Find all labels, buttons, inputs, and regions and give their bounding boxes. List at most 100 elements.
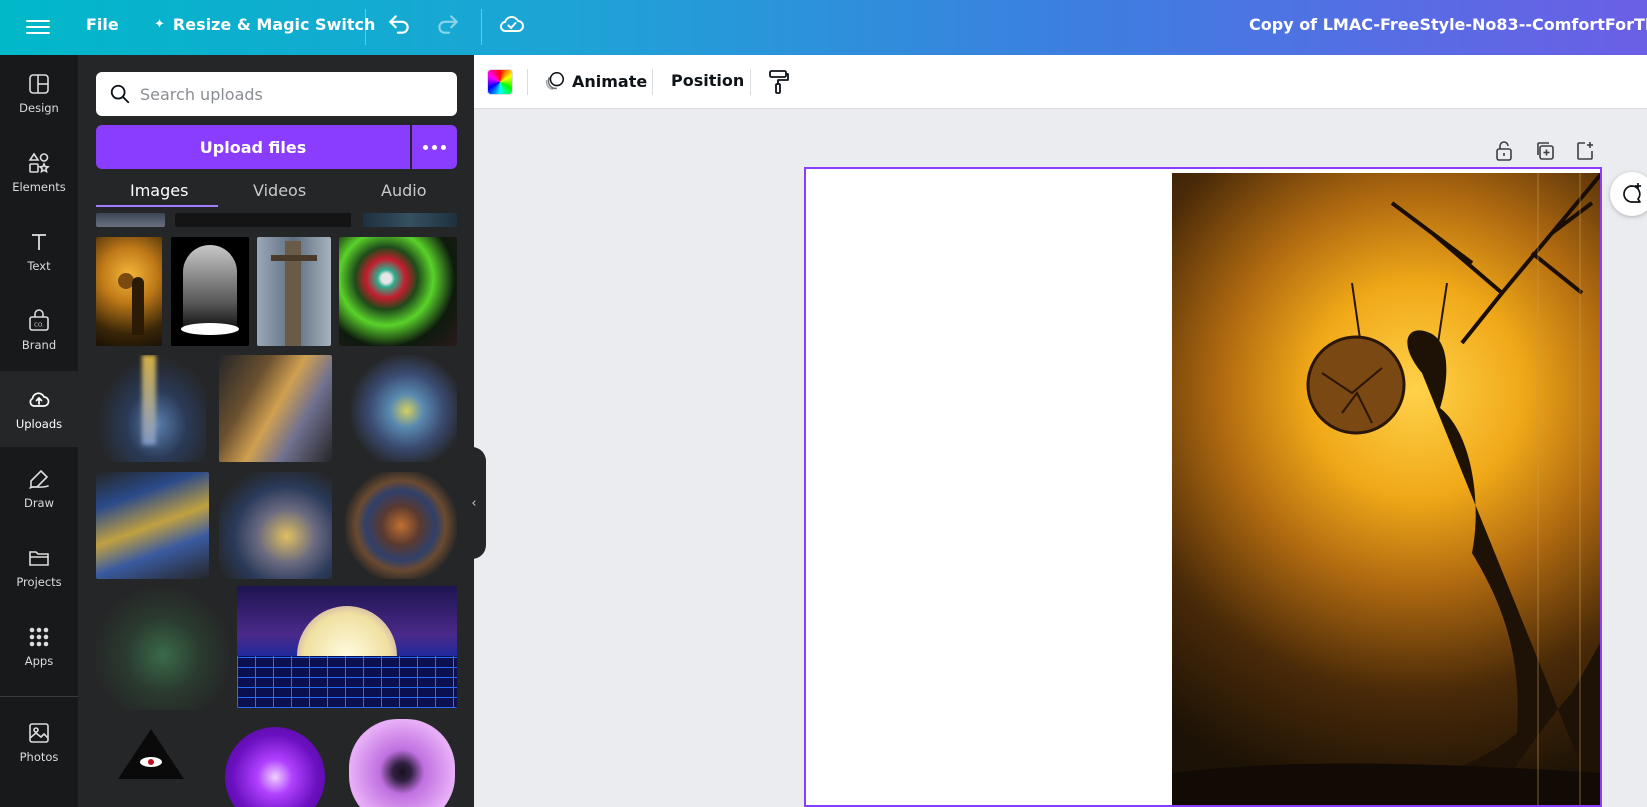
thumbnail-detail bbox=[271, 255, 317, 261]
thumbnail-detail bbox=[142, 355, 156, 445]
artwork-image[interactable] bbox=[1172, 172, 1600, 805]
upload-files-button[interactable]: Upload files bbox=[96, 125, 410, 169]
animate-label: Animate bbox=[572, 71, 648, 91]
upload-thumbnail[interactable] bbox=[96, 472, 209, 579]
upload-thumbnail[interactable] bbox=[257, 237, 331, 346]
upload-thumbnail[interactable] bbox=[96, 213, 165, 227]
search-box[interactable] bbox=[96, 72, 457, 116]
upload-thumbnail[interactable] bbox=[345, 355, 457, 462]
animate-button[interactable]: Animate bbox=[544, 70, 647, 92]
nav-projects-label: Projects bbox=[16, 575, 62, 589]
nav-photos-label: Photos bbox=[19, 750, 59, 764]
apps-grid-icon bbox=[29, 627, 49, 647]
svg-text:CO.: CO. bbox=[34, 323, 44, 329]
divider bbox=[750, 69, 751, 95]
photos-icon bbox=[29, 723, 49, 743]
divider bbox=[0, 696, 78, 697]
nav-apps[interactable]: Apps bbox=[0, 608, 78, 684]
position-button[interactable]: Position bbox=[671, 71, 744, 90]
upload-thumbnail[interactable] bbox=[219, 472, 332, 579]
sparkle-icon: ✦ bbox=[154, 17, 165, 32]
upload-thumbnail[interactable] bbox=[219, 721, 332, 807]
file-menu-button[interactable]: File bbox=[86, 15, 119, 34]
divider bbox=[652, 69, 653, 95]
tab-images[interactable]: Images bbox=[130, 181, 188, 200]
lock-page-icon[interactable] bbox=[1494, 140, 1514, 162]
nav-draw[interactable]: Draw bbox=[0, 450, 78, 526]
upload-thumbnail[interactable] bbox=[96, 237, 162, 346]
upload-thumbnail[interactable] bbox=[96, 721, 208, 807]
upload-thumbnail[interactable] bbox=[171, 237, 249, 346]
upload-thumbnail[interactable] bbox=[363, 213, 457, 227]
artwork-silhouette bbox=[1172, 172, 1600, 805]
nav-text-label: Text bbox=[27, 259, 51, 273]
color-picker-swatch[interactable] bbox=[487, 69, 513, 95]
nav-projects[interactable]: Projects bbox=[0, 529, 78, 605]
nav-uploads-label: Uploads bbox=[15, 417, 63, 431]
draw-icon bbox=[29, 469, 49, 489]
uploads-panel: Upload files Images Videos Audio bbox=[78, 55, 474, 807]
upload-thumbnail[interactable] bbox=[345, 719, 457, 807]
cloud-saved-icon[interactable] bbox=[498, 10, 526, 38]
upload-thumbnail[interactable] bbox=[219, 355, 332, 462]
duplicate-page-icon[interactable] bbox=[1535, 140, 1555, 162]
comment-plus-icon bbox=[1623, 183, 1641, 203]
resize-label: Resize & Magic Switch bbox=[172, 15, 376, 34]
divider bbox=[365, 9, 366, 45]
divider bbox=[481, 9, 482, 45]
active-tab-indicator bbox=[96, 205, 218, 207]
thumbnail-detail bbox=[148, 759, 154, 765]
nav-photos[interactable]: Photos bbox=[0, 704, 78, 780]
nav-elements-label: Elements bbox=[12, 180, 66, 194]
top-bar: File ✦ Resize & Magic Switch Copy of LMA… bbox=[0, 0, 1647, 55]
side-nav: Design Elements Text CO. Brand Uploads D… bbox=[0, 55, 78, 807]
editor-toolbar: Animate Position bbox=[474, 55, 1647, 109]
chevron-left-icon: ‹ bbox=[471, 495, 477, 511]
nav-apps-label: Apps bbox=[24, 654, 54, 668]
search-uploads-input[interactable] bbox=[140, 84, 440, 104]
nav-brand-label: Brand bbox=[21, 338, 57, 352]
nav-uploads[interactable]: Uploads bbox=[0, 371, 78, 447]
collapse-panel-button[interactable]: ‹ bbox=[462, 447, 486, 559]
nav-elements[interactable]: Elements bbox=[0, 134, 78, 210]
nav-brand[interactable]: CO. Brand bbox=[0, 292, 78, 368]
folder-icon bbox=[29, 551, 49, 566]
media-tabs: Images Videos Audio bbox=[96, 173, 457, 211]
tab-audio[interactable]: Audio bbox=[381, 181, 426, 200]
upload-cloud-icon bbox=[29, 392, 50, 407]
text-icon bbox=[32, 234, 46, 250]
upload-thumbnail[interactable] bbox=[175, 213, 351, 227]
thumbnail-detail bbox=[349, 719, 455, 807]
add-page-icon[interactable] bbox=[1575, 140, 1595, 162]
redo-icon[interactable] bbox=[435, 11, 461, 37]
elements-icon bbox=[28, 152, 50, 174]
paint-roller-icon[interactable] bbox=[767, 69, 791, 95]
design-icon bbox=[29, 74, 49, 94]
undo-icon[interactable] bbox=[386, 11, 412, 37]
thumbnail-detail bbox=[183, 245, 237, 329]
thumbnail-detail bbox=[118, 729, 184, 779]
nav-design[interactable]: Design bbox=[0, 55, 78, 131]
thumbnail-detail bbox=[132, 277, 144, 335]
document-title[interactable]: Copy of LMAC-FreeStyle-No83--ComfortForT… bbox=[1249, 15, 1647, 34]
search-icon bbox=[110, 84, 130, 104]
upload-more-options-button[interactable] bbox=[412, 125, 457, 169]
brand-icon: CO. bbox=[29, 309, 49, 331]
add-comment-button[interactable] bbox=[1610, 172, 1647, 216]
animate-icon bbox=[545, 71, 565, 91]
upload-thumbnail[interactable] bbox=[237, 586, 457, 708]
thumbnail-detail bbox=[237, 656, 457, 708]
design-page[interactable] bbox=[804, 167, 1602, 807]
divider bbox=[527, 69, 528, 95]
menu-icon[interactable] bbox=[26, 16, 50, 38]
resize-magic-switch-button[interactable]: ✦ Resize & Magic Switch bbox=[154, 15, 375, 34]
tab-videos[interactable]: Videos bbox=[253, 181, 306, 200]
upload-thumbnail[interactable] bbox=[96, 588, 230, 710]
nav-design-label: Design bbox=[19, 101, 59, 115]
thumbnail-detail bbox=[181, 323, 239, 335]
nav-draw-label: Draw bbox=[23, 496, 55, 510]
nav-text[interactable]: Text bbox=[0, 213, 78, 289]
upload-thumbnail[interactable] bbox=[96, 355, 206, 462]
upload-thumbnail[interactable] bbox=[339, 237, 457, 346]
upload-thumbnail[interactable] bbox=[345, 472, 457, 579]
